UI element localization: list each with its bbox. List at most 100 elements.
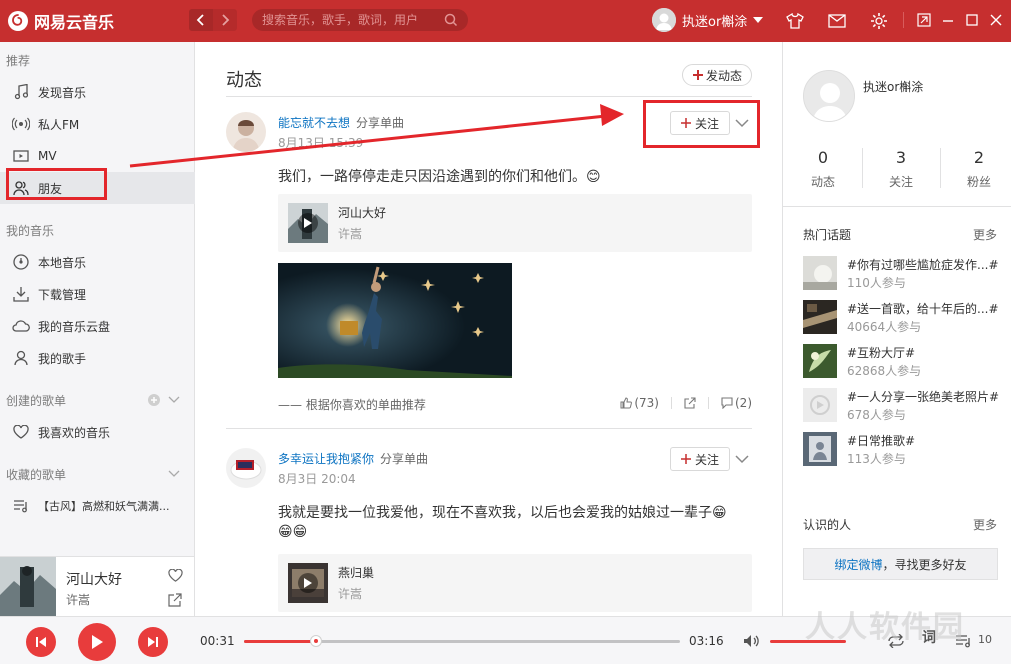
topic-cover[interactable] xyxy=(803,256,837,290)
chevron-down-icon[interactable] xyxy=(734,451,750,467)
topic-item[interactable]: #一人分享一张绝美老照片# 678人参与 xyxy=(803,388,1003,424)
topic-item[interactable]: #送一首歌，给十年后的...# 40664人参与 xyxy=(803,300,1003,336)
volume-button[interactable] xyxy=(742,631,762,651)
sidebar-item-friends[interactable]: 朋友 xyxy=(0,172,195,204)
sidebar-item-cloud[interactable]: 我的音乐云盘 xyxy=(0,310,195,342)
skip-next-icon xyxy=(148,637,158,647)
topic-item[interactable]: #互粉大厅# 62868人参与 xyxy=(803,344,1003,380)
song-cover[interactable] xyxy=(288,203,328,243)
feed-user-avatar[interactable] xyxy=(226,112,266,152)
feed-username[interactable]: 能忘就不去想 xyxy=(278,116,350,130)
known-people-more-link[interactable]: 更多 xyxy=(973,516,997,533)
topic-cover[interactable] xyxy=(803,432,837,466)
topic-cover[interactable] xyxy=(803,344,837,378)
now-playing-artist[interactable]: 许嵩 xyxy=(66,591,90,608)
feed-username[interactable]: 多幸运让我抱紧你 xyxy=(278,452,374,466)
minimize-button[interactable] xyxy=(940,10,956,30)
profile-name[interactable]: 执迷or槲涂 xyxy=(863,78,923,95)
now-playing-title[interactable]: 河山大好 xyxy=(66,569,122,589)
search-input[interactable] xyxy=(262,13,444,27)
download-icon xyxy=(12,285,30,303)
playlist-icon xyxy=(12,497,30,515)
stat-divider xyxy=(862,148,863,188)
add-playlist-icon[interactable] xyxy=(147,393,161,407)
song-card[interactable]: 河山大好 许嵩 xyxy=(278,194,752,252)
gear-icon xyxy=(871,13,887,29)
song-artist[interactable]: 许嵩 xyxy=(338,585,362,602)
maximize-button[interactable] xyxy=(964,10,980,30)
like-button[interactable]: (73) xyxy=(620,396,659,410)
mini-mode-button[interactable] xyxy=(916,10,932,30)
chevron-down-icon[interactable] xyxy=(734,115,750,131)
skin-button[interactable] xyxy=(784,10,806,32)
play-icon[interactable] xyxy=(298,213,318,233)
play-button[interactable] xyxy=(78,623,116,661)
messages-button[interactable] xyxy=(826,10,848,32)
song-name[interactable]: 燕归巢 xyxy=(338,564,374,581)
chevron-down-icon[interactable] xyxy=(168,470,180,478)
sidebar-item-label: 我的音乐云盘 xyxy=(38,319,111,334)
forward-button[interactable] xyxy=(213,9,237,31)
previous-button[interactable] xyxy=(26,627,56,657)
song-cover[interactable] xyxy=(288,563,328,603)
plus-icon xyxy=(680,454,691,464)
play-icon xyxy=(92,635,103,649)
share-icon[interactable] xyxy=(168,593,182,607)
progress-knob[interactable] xyxy=(309,635,322,647)
sidebar-item-singer[interactable]: 我的歌手 xyxy=(0,342,195,374)
known-people-title: 认识的人 xyxy=(803,518,852,532)
topic-cover[interactable] xyxy=(803,300,837,334)
like-heart-icon[interactable] xyxy=(168,569,183,582)
song-artist[interactable]: 许嵩 xyxy=(338,225,362,242)
cloud-icon xyxy=(12,317,30,335)
sidebar-item-local[interactable]: 本地音乐 xyxy=(0,246,195,278)
feed-footer: —— 根据你喜欢的单曲推荐 (73) (2) xyxy=(278,396,752,414)
follow-button[interactable]: 关注 xyxy=(670,111,730,135)
stat-following[interactable]: 3 关注 xyxy=(871,148,931,190)
app-logo[interactable]: 网易云音乐 xyxy=(7,9,114,33)
topic-cover[interactable] xyxy=(803,388,837,422)
search-box[interactable] xyxy=(252,9,468,31)
settings-button[interactable] xyxy=(868,10,890,32)
next-button[interactable] xyxy=(138,627,168,657)
profile-avatar[interactable] xyxy=(803,70,855,122)
singer-icon xyxy=(12,349,30,367)
bind-weibo-link[interactable]: 绑定微博 xyxy=(834,556,882,573)
feed-action: 分享单曲 xyxy=(356,116,405,130)
post-status-button[interactable]: 发动态 xyxy=(682,64,752,86)
chevron-down-icon[interactable] xyxy=(168,396,180,404)
topic-item[interactable]: #日常推歌# 113人参与 xyxy=(803,432,1003,468)
sidebar-item-fm[interactable]: 私人FM xyxy=(0,108,195,140)
close-button[interactable] xyxy=(988,10,1004,30)
feed-user-avatar[interactable] xyxy=(226,448,266,488)
play-icon[interactable] xyxy=(298,573,318,593)
song-name[interactable]: 河山大好 xyxy=(338,204,386,221)
feed-image[interactable] xyxy=(278,263,512,378)
user-menu[interactable]: 执迷or槲涂 xyxy=(652,8,764,32)
sidebar-item-collected[interactable]: 【古风】高燃和妖气满满... xyxy=(0,490,195,522)
volume-icon xyxy=(744,635,759,647)
album-cover[interactable] xyxy=(0,557,56,617)
mail-icon xyxy=(828,14,846,28)
back-button[interactable] xyxy=(189,9,213,31)
user-name[interactable]: 执迷or槲涂 xyxy=(682,11,747,30)
stat-followers[interactable]: 2 粉丝 xyxy=(949,148,1009,190)
feed-date: 8月3日 20:04 xyxy=(278,472,356,486)
forward-share-button[interactable] xyxy=(684,397,696,409)
topic-item[interactable]: #你有过哪些尴尬症发作...# 110人参与 xyxy=(803,256,1003,292)
comment-button[interactable]: (2) xyxy=(721,396,752,410)
user-avatar[interactable] xyxy=(652,8,676,32)
sidebar-item-download[interactable]: 下载管理 xyxy=(0,278,195,310)
stat-posts[interactable]: 0 动态 xyxy=(793,148,853,190)
song-card[interactable]: 燕归巢 许嵩 xyxy=(278,554,752,612)
plus-icon xyxy=(680,118,691,128)
total-time: 03:16 xyxy=(689,634,724,648)
sidebar-item-mv[interactable]: MV xyxy=(0,140,195,172)
sidebar-item-discover[interactable]: 发现音乐 xyxy=(0,76,195,108)
hot-topics-more-link[interactable]: 更多 xyxy=(973,226,997,243)
stat-divider xyxy=(940,148,941,188)
sidebar-item-liked[interactable]: 我喜欢的音乐 xyxy=(0,416,195,448)
section-my-music: 我的音乐 xyxy=(6,224,55,238)
follow-button[interactable]: 关注 xyxy=(670,447,730,471)
progress-bar[interactable] xyxy=(244,635,680,647)
